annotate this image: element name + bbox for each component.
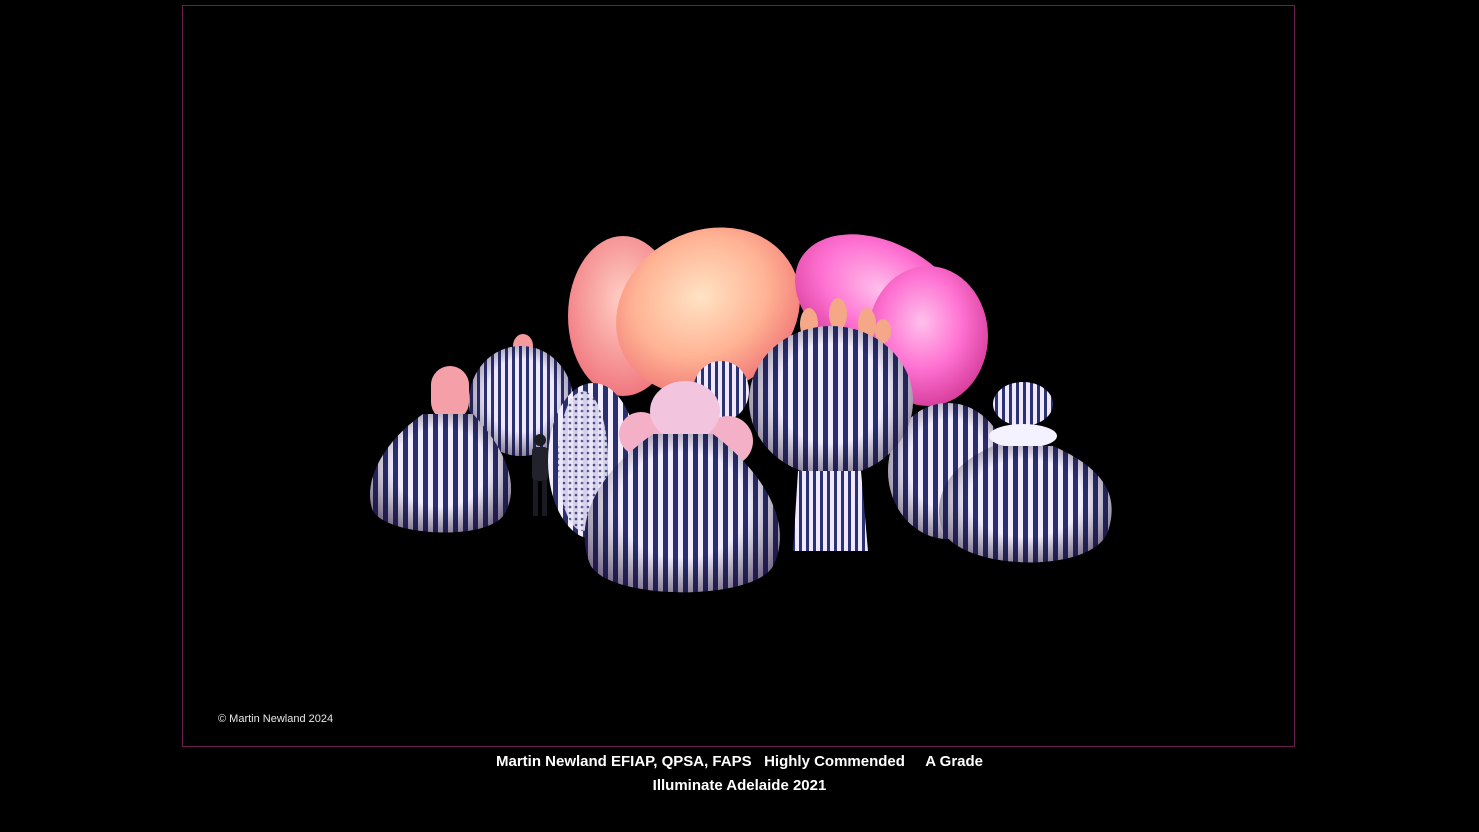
photo-frame: © Martin Newland 2024 bbox=[182, 5, 1295, 747]
copyright-watermark: © Martin Newland 2024 bbox=[218, 713, 334, 725]
caption-title: Illuminate Adelaide 2021 bbox=[652, 777, 827, 794]
caption-author-award: Martin Newland EFIAP, QPSA, FAPS Highly … bbox=[495, 753, 984, 770]
photo-image bbox=[370, 227, 1112, 593]
slide: © Martin Newland 2024 Martin Newland EFI… bbox=[0, 0, 1479, 832]
